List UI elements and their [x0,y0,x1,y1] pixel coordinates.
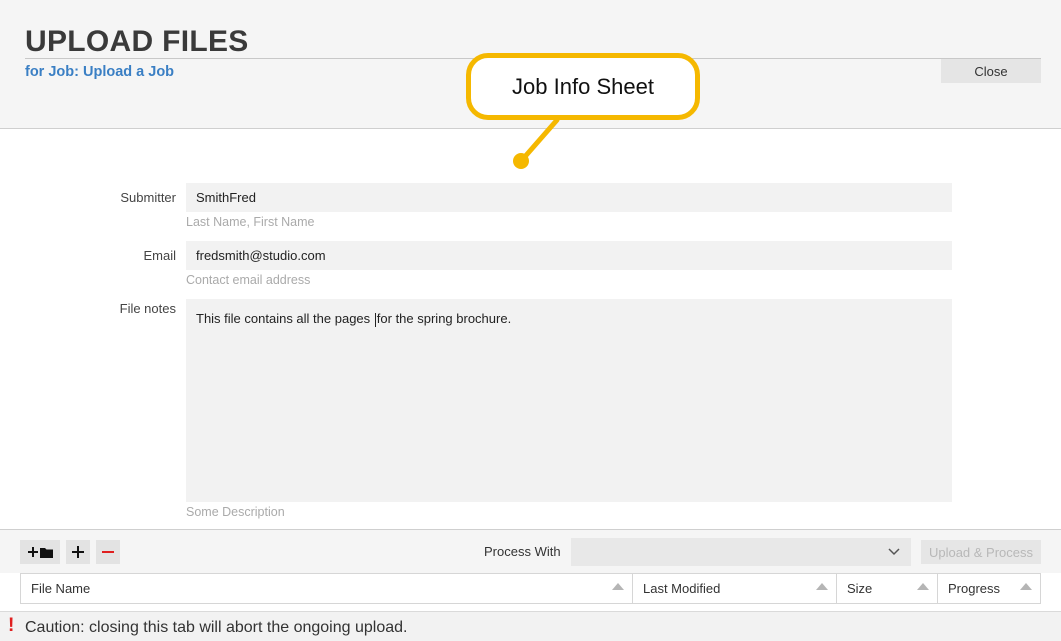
file-table-header: File Name Last Modified Size Progress [20,573,1041,604]
column-header-file-name[interactable]: File Name [21,574,633,603]
column-header-last-modified[interactable]: Last Modified [633,574,837,603]
submitter-label: Submitter [120,190,176,205]
sort-arrow-icon [917,583,929,590]
callout-text: Job Info Sheet [512,73,654,99]
add-folder-button[interactable] [20,540,60,564]
caution-message: Caution: closing this tab will abort the… [25,619,408,636]
add-file-button[interactable] [66,540,90,564]
column-label: Last Modified [643,581,721,596]
status-footer: ! Caution: closing this tab will abort t… [0,611,1061,641]
file-notes-text: This file contains all the pages for the… [196,311,511,327]
email-field[interactable]: fredsmith@studio.com [186,241,952,270]
email-value: fredsmith@studio.com [196,248,326,263]
email-label: Email [143,248,176,263]
text-caret [374,312,376,327]
plus-icon [72,546,84,558]
submitter-value: SmithFred [196,190,256,205]
email-hint: Contact email address [186,273,311,287]
plus-folder-icon [28,547,53,558]
column-label: File Name [31,581,91,596]
sort-arrow-icon [1020,583,1032,590]
callout-pointer-dot [513,153,529,169]
column-header-progress[interactable]: Progress [938,574,1040,603]
remove-file-button[interactable] [96,540,120,564]
submitter-field[interactable]: SmithFred [186,183,952,212]
job-subtitle: for Job: Upload a Job [25,64,175,80]
sort-arrow-icon [612,583,624,590]
process-with-label: Process With [484,544,561,559]
upload-process-button[interactable]: Upload & Process [921,540,1041,564]
close-button[interactable]: Close [941,59,1041,83]
upload-toolbar: Process With Upload & Process [0,529,1061,573]
file-notes-label: File notes [119,301,176,316]
file-notes-textarea[interactable]: This file contains all the pages for the… [186,299,952,502]
column-header-size[interactable]: Size [837,574,938,603]
sort-arrow-icon [816,583,828,590]
process-with-select[interactable] [571,538,911,566]
notes-text-after-caret: for the spring brochure. [376,311,512,326]
page-title: UPLOAD FILES [25,25,249,58]
notes-text-before-caret: This file contains all the pages [196,311,374,326]
column-label: Progress [948,581,1001,596]
column-label: Size [847,581,873,596]
warning-icon: ! [8,615,15,636]
chevron-down-icon [888,548,900,556]
minus-icon [102,551,114,553]
file-notes-hint: Some Description [186,505,285,519]
job-info-sheet-callout: Job Info Sheet [466,53,700,120]
submitter-hint: Last Name, First Name [186,215,315,229]
